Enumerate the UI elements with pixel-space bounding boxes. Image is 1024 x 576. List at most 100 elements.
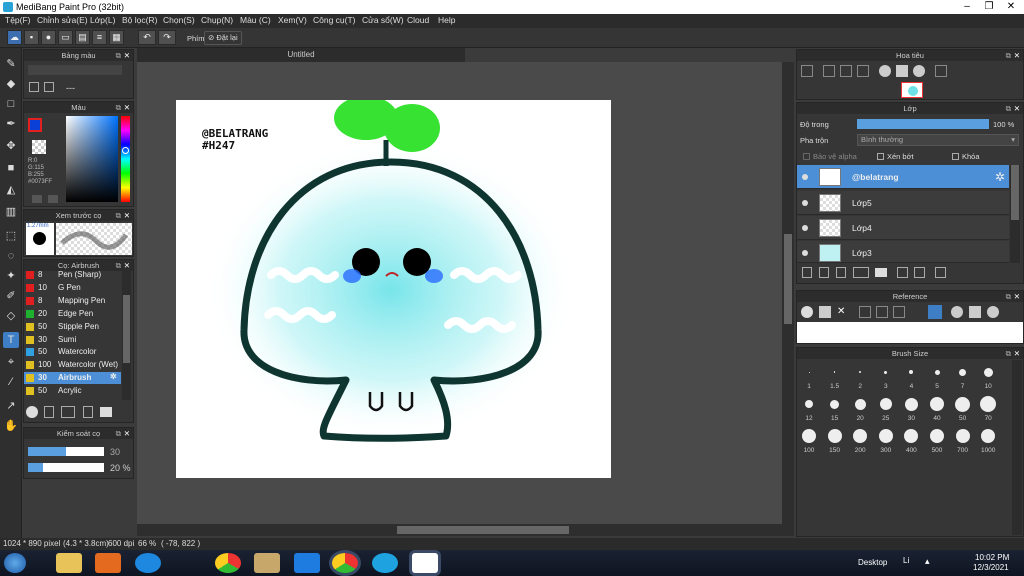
language-indicator[interactable]: Li — [903, 556, 909, 565]
brush-list-item[interactable]: 20 Edge Pen — [24, 308, 121, 320]
comment-icon[interactable]: ▪ — [24, 30, 39, 45]
brush-size-option[interactable] — [983, 367, 993, 377]
menu-view[interactable]: Xem(V) — [278, 15, 307, 25]
visibility-icon[interactable] — [802, 250, 808, 256]
rotate-right-icon[interactable] — [913, 65, 925, 77]
brush-size-scrollbar[interactable] — [1012, 360, 1022, 535]
redo-icon[interactable]: ↷ — [158, 30, 176, 45]
navigator-thumbnail[interactable] — [901, 82, 923, 98]
pin-icon[interactable]: ⧉ — [1006, 103, 1011, 114]
reference-zoom-in-icon[interactable] — [859, 306, 871, 318]
menu-file[interactable]: Tệp(F) — [5, 15, 31, 25]
gear-icon[interactable]: ✲ — [110, 372, 117, 381]
menu-select[interactable]: Chọn(S) — [163, 15, 195, 25]
delete-palette-icon[interactable] — [44, 82, 54, 92]
close-icon[interactable]: ✕ — [124, 210, 130, 221]
reference-fit-icon[interactable] — [876, 306, 888, 318]
brush-list-item[interactable]: 50 Acrylic — [24, 385, 121, 397]
tray-chevron-icon[interactable]: ▴ — [925, 556, 930, 567]
fit-icon[interactable] — [840, 65, 852, 77]
pen-tool-icon[interactable]: ✒ — [3, 116, 19, 132]
canvas-hscroll-thumb[interactable] — [397, 526, 569, 534]
new-8bit-layer-icon[interactable] — [836, 267, 846, 278]
text-tool-icon[interactable]: T — [3, 332, 19, 348]
merge-layer-icon[interactable] — [914, 267, 925, 278]
color-picker-square[interactable] — [66, 116, 118, 202]
brush-size-option[interactable] — [805, 400, 813, 408]
drawing-paper[interactable]: @BELATRANG #H247 — [176, 96, 611, 478]
brush-list-item[interactable]: 8 Mapping Pen — [24, 295, 121, 307]
skype-icon[interactable] — [372, 553, 398, 573]
chrome-active-icon[interactable] — [332, 553, 358, 573]
minimize-button[interactable]: – — [956, 0, 978, 14]
close-icon[interactable]: ✕ — [1014, 103, 1020, 114]
new-layer-icon[interactable] — [802, 267, 812, 278]
brush-folder-icon[interactable] — [100, 407, 112, 417]
color-mode-icon[interactable] — [32, 195, 42, 203]
brush-list-item[interactable]: 10 G Pen — [24, 282, 121, 294]
pin-icon[interactable]: ⧉ — [116, 210, 121, 221]
pin-icon[interactable]: ⧉ — [116, 428, 121, 439]
reference-zoom-out-icon[interactable] — [893, 306, 905, 318]
eraser-tool-icon[interactable]: ◆ — [3, 76, 19, 92]
brush-size-option[interactable] — [930, 397, 944, 411]
brush-size-option[interactable] — [879, 398, 892, 410]
brush-list-scroll-thumb[interactable] — [123, 295, 130, 363]
pin-icon[interactable]: ⧉ — [1006, 291, 1011, 302]
select-eraser-icon[interactable]: ◇ — [3, 308, 19, 324]
flip-icon[interactable] — [896, 65, 908, 77]
menu-window[interactable]: Cửa sổ(W) — [362, 15, 404, 25]
brush-size-option[interactable] — [955, 429, 970, 443]
layer-scroll-thumb[interactable] — [1011, 165, 1019, 220]
actual-size-icon[interactable] — [857, 65, 869, 77]
reference-open-icon[interactable] — [819, 306, 831, 318]
select-pen-icon[interactable]: ✐ — [3, 288, 19, 304]
explorer-icon[interactable] — [56, 553, 82, 573]
brush-list-item[interactable]: 50 Watercolor — [24, 346, 121, 358]
maximize-button[interactable]: ❐ — [978, 0, 1000, 14]
close-icon[interactable]: ✕ — [1014, 291, 1020, 302]
hue-slider[interactable] — [121, 116, 130, 202]
visibility-icon[interactable] — [802, 225, 808, 231]
layer-folder-icon[interactable] — [875, 268, 887, 277]
grid-icon[interactable]: ▦ — [109, 30, 124, 45]
reference-hand-icon[interactable] — [928, 305, 942, 319]
reference-rotate-icon[interactable] — [951, 306, 963, 318]
brush-size-option[interactable] — [830, 399, 840, 409]
divide-tool-icon[interactable]: ⌖ — [3, 354, 19, 370]
brush-tool-icon[interactable]: ✎ — [3, 56, 19, 72]
canvas-vscroll[interactable] — [782, 62, 794, 524]
gear-icon[interactable]: ✲ — [995, 170, 1005, 184]
brush-size-option[interactable] — [808, 371, 810, 373]
visibility-icon[interactable] — [802, 174, 808, 180]
reference-view[interactable] — [797, 322, 1023, 343]
menu-help[interactable]: Help — [438, 15, 455, 25]
layer-row[interactable]: Lớp3 — [797, 241, 1009, 263]
chrome-icon[interactable] — [215, 553, 241, 573]
fill-rect-tool-icon[interactable]: ■ — [3, 160, 19, 176]
operation-tool-icon[interactable]: ↗ — [3, 398, 19, 414]
brush-size-option[interactable] — [955, 396, 971, 412]
brush-list-item[interactable]: 50 Stipple Pen — [24, 321, 121, 333]
clipping-checkbox[interactable] — [877, 153, 884, 160]
magic-wand-icon[interactable]: ✦ — [3, 268, 19, 284]
select-tool-icon[interactable]: ⬚ — [3, 228, 19, 244]
pin-icon[interactable]: ⧉ — [1006, 348, 1011, 359]
reference-close-icon[interactable]: ✕ — [837, 306, 849, 318]
close-icon[interactable]: ✕ — [124, 428, 130, 439]
pin-icon[interactable]: ⧉ — [116, 102, 121, 113]
canvas-tab[interactable]: Untitled — [137, 48, 465, 62]
brush-list-scrollbar[interactable] — [122, 270, 131, 400]
brush-list-item[interactable]: 100 Watercolor (Wet) — [24, 359, 121, 371]
brush-size-slider[interactable] — [28, 447, 104, 456]
brush-size-option[interactable] — [827, 429, 842, 443]
brush-list-item[interactable]: 30 Airbrush ✲ — [24, 372, 121, 385]
close-icon[interactable]: ✕ — [124, 50, 130, 61]
close-icon[interactable]: ✕ — [1014, 348, 1020, 359]
reference-flip-icon[interactable] — [969, 306, 981, 318]
gradient-tool-icon[interactable]: ▥ — [3, 204, 19, 220]
media-player-icon[interactable] — [95, 553, 121, 573]
page-icon[interactable]: ▤ — [75, 30, 90, 45]
hue-slider-handle[interactable] — [122, 147, 129, 154]
layout-icon[interactable]: ▭ — [58, 30, 73, 45]
